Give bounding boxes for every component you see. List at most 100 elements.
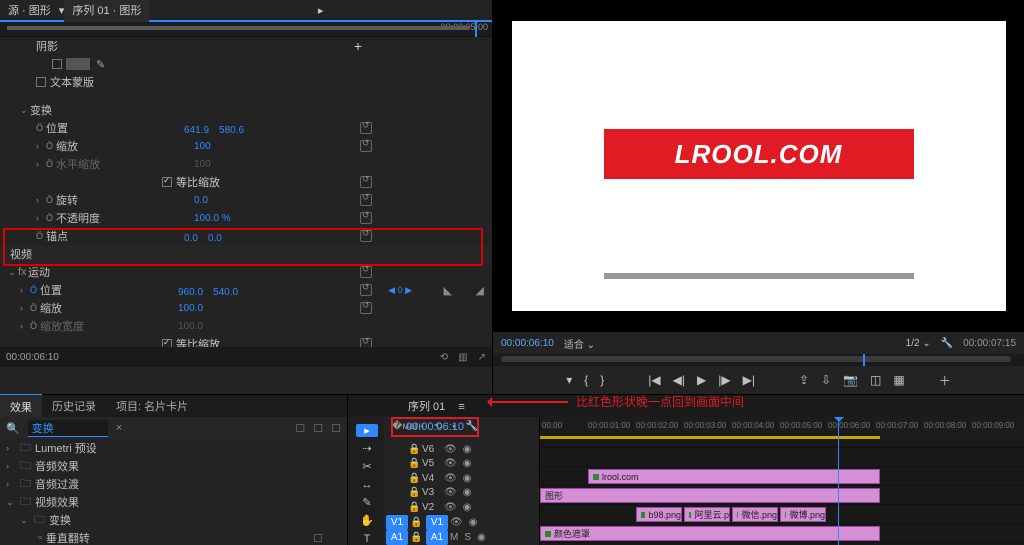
tool-hand[interactable]: ✋ bbox=[356, 514, 378, 527]
goto-out-icon[interactable]: ▶| bbox=[743, 373, 755, 387]
timeline-ruler[interactable]: 00:00 00:00:01:00 00:00:02:00 00:00:03:0… bbox=[540, 417, 1024, 439]
mark-in-icon[interactable]: { bbox=[584, 373, 588, 387]
solo-a1[interactable]: S bbox=[464, 532, 471, 543]
reset-motion[interactable] bbox=[360, 266, 372, 278]
pm-fit-dropdown[interactable]: 适合 ⌄ bbox=[564, 336, 595, 351]
clip-b98[interactable]: b98.png bbox=[636, 507, 682, 522]
clip-weixin[interactable]: 微信.png bbox=[732, 507, 778, 522]
eyedropper-icon[interactable]: ✎ bbox=[96, 58, 105, 71]
preset-32-icon[interactable]: ☐ bbox=[295, 422, 305, 435]
track-target-v1[interactable]: V1 bbox=[426, 515, 448, 530]
tree-transform[interactable]: 变换 bbox=[49, 512, 71, 528]
ec-mini-timeline[interactable] bbox=[7, 26, 469, 30]
add-marker-icon[interactable]: ▾ bbox=[566, 373, 572, 387]
source-a1[interactable]: A1 bbox=[386, 530, 408, 545]
compare-icon[interactable]: ◫ bbox=[870, 373, 881, 387]
track-label-v2[interactable]: V2 bbox=[422, 502, 444, 513]
track-label-v6[interactable]: V6 bbox=[422, 444, 444, 455]
reset-scale[interactable] bbox=[360, 140, 372, 152]
tree-audiofx[interactable]: 音频效果 bbox=[35, 458, 79, 474]
export-frame-icon[interactable]: 📷 bbox=[843, 373, 858, 387]
extract-icon[interactable]: ⇩ bbox=[821, 373, 831, 387]
tree-audiotr[interactable]: 音频过渡 bbox=[35, 476, 79, 492]
preset-yuv-icon[interactable]: ☐ bbox=[313, 422, 323, 435]
track-label-v3[interactable]: V3 bbox=[422, 487, 444, 498]
mute-v6[interactable]: ◉ bbox=[463, 444, 472, 455]
source-tab[interactable]: 源 · 图形 bbox=[0, 0, 59, 22]
preset-accel-icon[interactable]: ☐ bbox=[331, 422, 341, 435]
reset-motion-scale[interactable] bbox=[360, 302, 372, 314]
keyframe-nav[interactable]: ◀ 0 ▶ bbox=[388, 285, 412, 296]
scale-value[interactable]: 100 bbox=[194, 141, 284, 152]
play-icon[interactable]: ▶ bbox=[697, 373, 706, 387]
stopwatch-rotation[interactable]: Ö bbox=[46, 195, 56, 205]
stopwatch-motion-position[interactable]: Ö bbox=[30, 285, 40, 295]
sequence-tab[interactable]: 序列 01 · 图形 bbox=[64, 0, 149, 22]
clip-aly[interactable]: 阿里云.p bbox=[684, 507, 730, 522]
rotation-value[interactable]: 0.0 bbox=[194, 195, 284, 206]
tool-track-select[interactable]: ⇢ bbox=[356, 442, 378, 455]
shadow-color-swatch[interactable] bbox=[66, 58, 90, 70]
ec-pin-icon[interactable]: ↗ bbox=[478, 352, 486, 363]
clip-fill-v2[interactable]: 颜色遮罩 bbox=[540, 526, 880, 541]
fx-vflip[interactable]: 垂直翻转 bbox=[46, 530, 90, 545]
shadow-enable-checkbox[interactable] bbox=[52, 59, 62, 69]
reset-motion-pos[interactable] bbox=[360, 284, 372, 296]
bezier-out-icon[interactable]: ◢ bbox=[476, 284, 484, 297]
anchor-value[interactable]: 0.0 0.0 bbox=[184, 229, 274, 244]
ec-menu-arrow[interactable]: ▸ bbox=[149, 4, 492, 17]
tool-selection[interactable]: ▸ bbox=[356, 424, 378, 437]
reset-opacity[interactable] bbox=[360, 212, 372, 224]
pm-scrollbar[interactable] bbox=[501, 356, 1011, 362]
tool-pen[interactable]: ✎ bbox=[356, 496, 378, 509]
clip-shape[interactable]: 图形 bbox=[540, 488, 880, 503]
work-area-bar[interactable] bbox=[540, 436, 880, 439]
effects-search-input[interactable] bbox=[28, 420, 108, 437]
timeline-playhead[interactable] bbox=[838, 417, 839, 545]
motion-scale-value[interactable]: 100.0 bbox=[178, 303, 268, 314]
tab-project[interactable]: 项目: 名片卡片 bbox=[106, 394, 198, 418]
timeline-timecode[interactable]: 00:00:06:10 bbox=[406, 421, 464, 433]
lift-icon[interactable]: ⇪ bbox=[799, 373, 809, 387]
track-label-v5[interactable]: V5 bbox=[422, 458, 444, 469]
reset-motion-uniform[interactable] bbox=[360, 338, 372, 347]
group-transform[interactable]: 变换 bbox=[30, 102, 168, 118]
stopwatch-anchor[interactable]: Ö bbox=[36, 231, 46, 241]
clip-lrool[interactable]: lrool.com bbox=[588, 469, 880, 484]
track-target-a1[interactable]: A1 bbox=[426, 530, 448, 545]
toggle-output-v6[interactable]: 👁 bbox=[444, 444, 457, 455]
textmask-checkbox[interactable] bbox=[36, 77, 46, 87]
timeline-tab-seq[interactable]: 序列 01 ≡ bbox=[388, 394, 475, 418]
motion-position-value[interactable]: 960.0 540.0 bbox=[178, 283, 268, 298]
add-icon[interactable]: + bbox=[354, 38, 362, 54]
pm-settings-icon[interactable]: 🔧 bbox=[941, 338, 953, 349]
tool-ripple[interactable]: ✂ bbox=[356, 460, 378, 473]
tab-effects[interactable]: 效果 bbox=[0, 393, 42, 419]
fx-motion[interactable]: 运动 bbox=[28, 264, 166, 280]
position-value[interactable]: 641.9 580.6 bbox=[184, 121, 274, 136]
reset-rotation[interactable] bbox=[360, 194, 372, 206]
pm-tc-left[interactable]: 00:00:06:10 bbox=[501, 338, 554, 349]
tree-lumetri[interactable]: Lumetri 预设 bbox=[35, 440, 97, 456]
track-label-v4[interactable]: V4 bbox=[422, 473, 444, 484]
opacity-value[interactable]: 100.0 % bbox=[194, 213, 284, 224]
bezier-in-icon[interactable]: ◣ bbox=[444, 284, 452, 297]
program-monitor-canvas[interactable]: LROOL.COM bbox=[493, 0, 1024, 332]
pm-res-dropdown[interactable]: 1/2 ⌄ bbox=[906, 338, 931, 349]
clip-weibo[interactable]: 微博.png bbox=[780, 507, 826, 522]
reset-anchor[interactable] bbox=[360, 230, 372, 242]
tree-videofx[interactable]: 视频效果 bbox=[35, 494, 79, 510]
clear-search-icon[interactable]: × bbox=[116, 422, 122, 434]
safe-margin-icon[interactable]: ▦ bbox=[893, 373, 904, 387]
stopwatch-scale[interactable]: Ö bbox=[46, 141, 56, 151]
prop-shadow[interactable]: 阴影 bbox=[36, 38, 174, 54]
goto-in-icon[interactable]: |◀ bbox=[648, 373, 660, 387]
ec-toggle-icon[interactable]: ▥ bbox=[458, 352, 467, 363]
stopwatch-position[interactable]: Ö bbox=[36, 123, 46, 133]
ec-mini-playhead[interactable] bbox=[475, 22, 477, 37]
stopwatch-opacity[interactable]: Ö bbox=[46, 213, 56, 223]
reset-uniform[interactable] bbox=[360, 176, 372, 188]
tool-type[interactable]: T bbox=[356, 532, 378, 545]
mute-a1[interactable]: M bbox=[450, 532, 458, 543]
step-back-icon[interactable]: ◀| bbox=[673, 373, 685, 387]
